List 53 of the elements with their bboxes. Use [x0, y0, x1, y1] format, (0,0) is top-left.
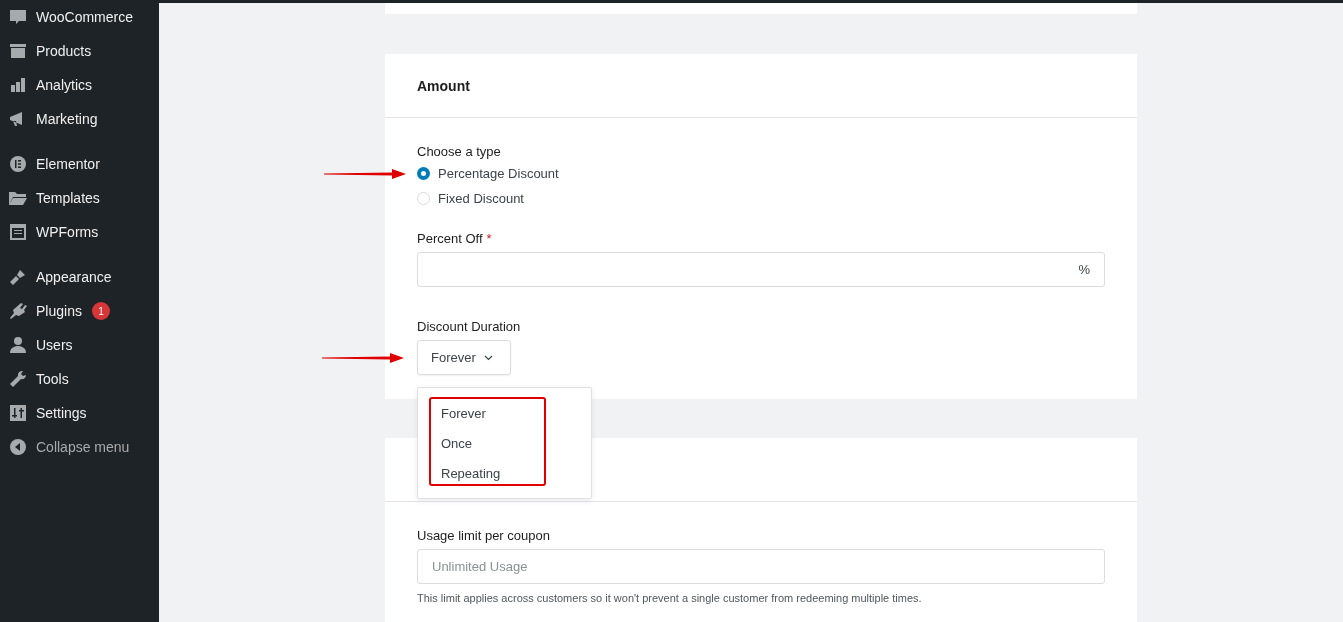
sliders-icon [8, 403, 28, 423]
field-label: Discount Duration [417, 319, 522, 334]
radio-label: Fixed Discount [438, 191, 524, 206]
menu-item[interactable]: Users [0, 328, 159, 362]
collapse-icon [8, 437, 28, 457]
percent-suffix: % [1078, 262, 1090, 277]
menu-label: Users [36, 337, 73, 353]
menu-item[interactable]: Tools [0, 362, 159, 396]
menu-label: Templates [36, 190, 100, 206]
menu-label: Plugins [36, 303, 82, 319]
menu-label: Analytics [36, 77, 93, 93]
menu-label: Elementor [36, 156, 100, 172]
dropdown-option[interactable]: Once [418, 428, 591, 458]
menu-label: Tools [36, 371, 69, 387]
menu-item[interactable]: WPForms [0, 215, 159, 249]
bar-chart-icon [8, 75, 28, 95]
radio-button[interactable] [417, 167, 430, 180]
chevron-down-icon [483, 354, 493, 361]
percent-input-field[interactable]: % [417, 252, 1105, 287]
collapse-menu[interactable]: Collapse menu [0, 430, 159, 464]
menu-item[interactable]: Elementor [0, 147, 159, 181]
menu-item[interactable]: Templates [0, 181, 159, 215]
circle-e-icon [8, 154, 28, 174]
dropdown-option[interactable]: Repeating [418, 458, 591, 488]
wrench-icon [8, 369, 28, 389]
menu-label: Marketing [36, 111, 98, 127]
update-count-badge: 1 [91, 302, 110, 320]
field-label: Percent Off * [417, 231, 493, 246]
archive-box-icon [8, 41, 28, 61]
menu-item[interactable]: Plugins 1 [0, 294, 159, 328]
menu-label: Products [36, 43, 92, 59]
menu-label: WooCommerce [36, 9, 133, 25]
card-title: Amount [417, 77, 470, 94]
menu-label: Settings [36, 405, 87, 421]
radio-label: Percentage Discount [438, 166, 559, 181]
duration-select[interactable]: Forever [417, 340, 511, 375]
plug-icon [8, 301, 28, 321]
paintbrush-icon [8, 267, 28, 287]
field-label: Usage limit per coupon [417, 528, 551, 543]
menu-item[interactable]: WooCommerce [0, 0, 159, 34]
user-icon [8, 335, 28, 355]
field-label: Choose a type [417, 144, 502, 159]
menu-item[interactable]: Appearance [0, 260, 159, 294]
menu-item[interactable]: Analytics [0, 68, 159, 102]
menu-label: Appearance [36, 269, 112, 285]
form-icon [8, 222, 28, 242]
menu-item[interactable]: Products [0, 34, 159, 68]
menu-label: WPForms [36, 224, 99, 240]
dropdown-option[interactable]: Forever [418, 398, 591, 428]
menu-item[interactable]: Marketing [0, 102, 159, 136]
help-text: This limit applies across customers so it won't prevent a single customer from redeeming multiple times. [417, 592, 923, 604]
speech-bubble-icon [8, 7, 28, 27]
menu-item[interactable]: Settings [0, 396, 159, 430]
